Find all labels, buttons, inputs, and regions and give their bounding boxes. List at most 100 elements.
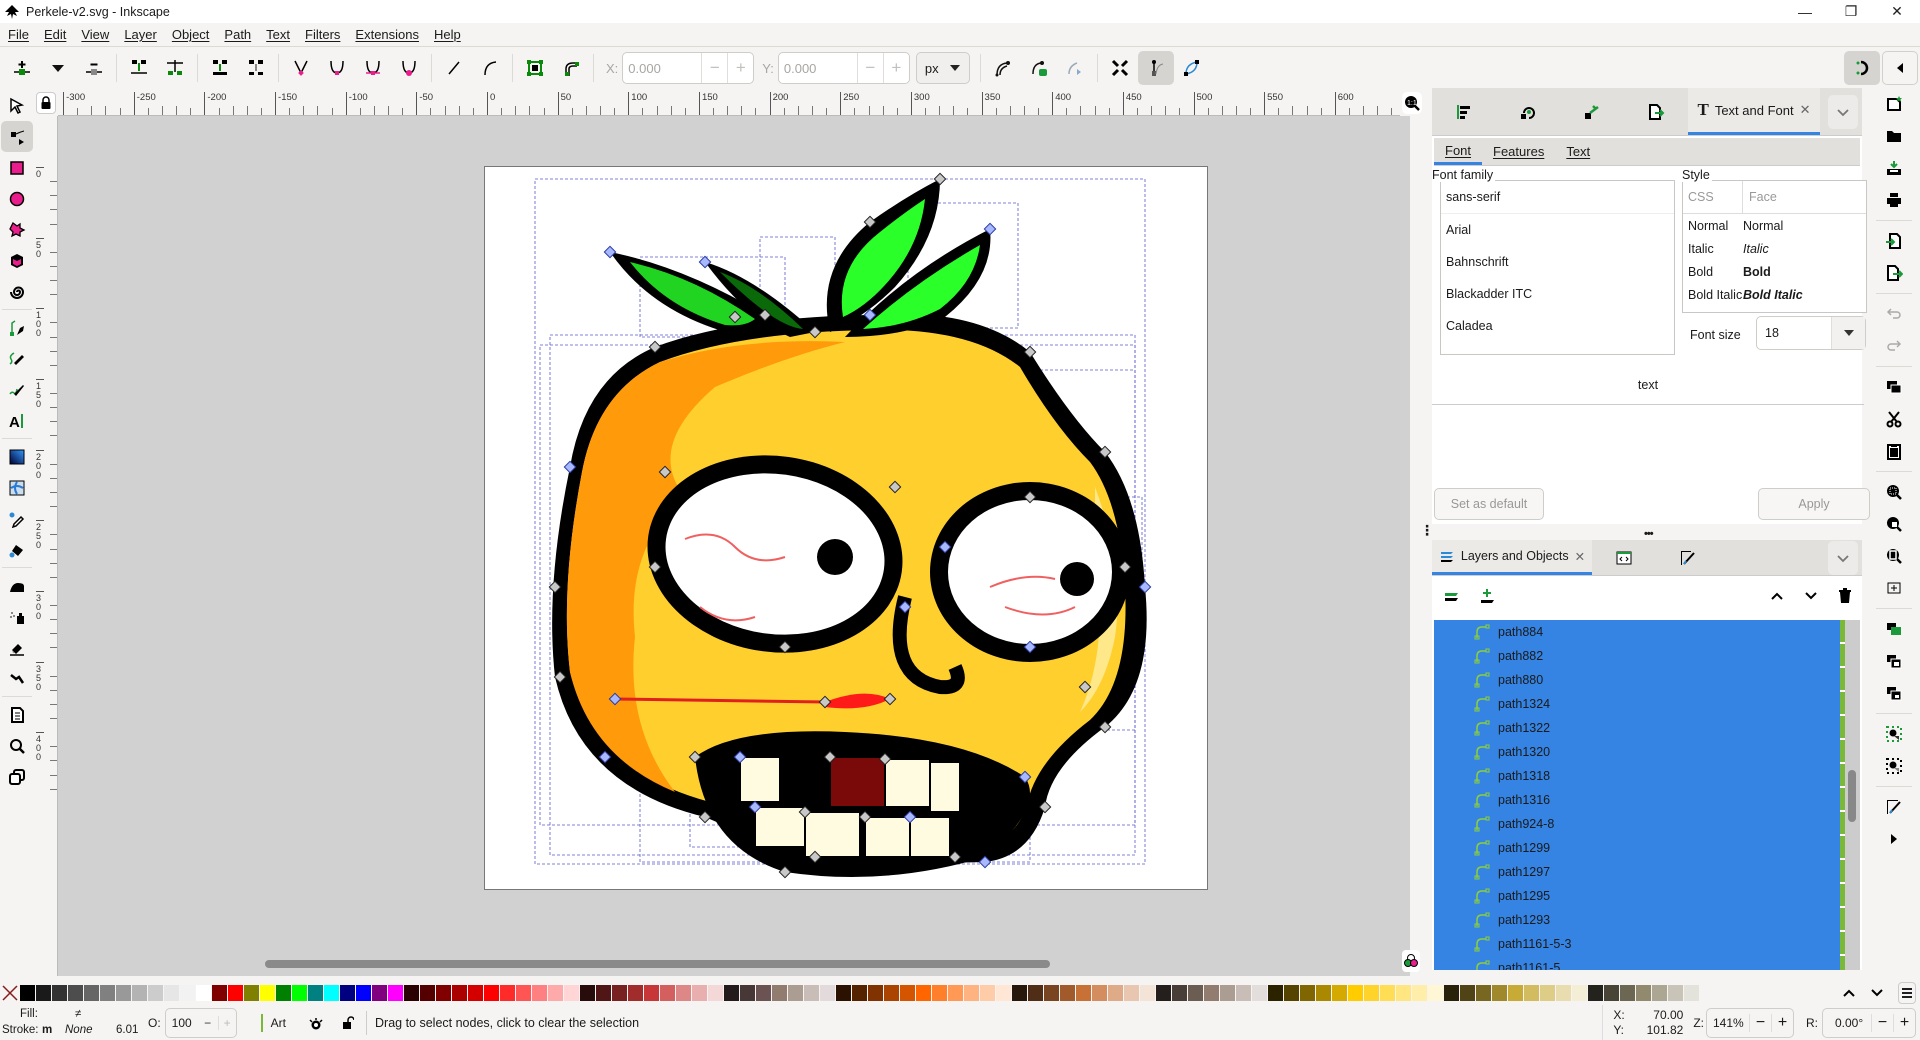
opacity-value[interactable]: 100 <box>166 1016 198 1030</box>
style-row[interactable]: Normal Normal <box>1683 214 1866 237</box>
color-swatch[interactable] <box>804 985 819 1001</box>
segment-curve-button[interactable] <box>472 51 508 85</box>
layer-object-row[interactable]: path1297 <box>1434 860 1848 884</box>
color-swatch[interactable] <box>1204 985 1219 1001</box>
show-handles-button[interactable] <box>1137 51 1174 85</box>
export-button[interactable] <box>1868 257 1920 289</box>
tab-text-and-font[interactable]: T Text and Font ✕ <box>1688 88 1820 135</box>
redo-button[interactable] <box>1868 330 1920 362</box>
color-swatch[interactable] <box>404 985 419 1001</box>
color-swatch[interactable] <box>580 985 595 1001</box>
layer-object-row[interactable]: path924-8 <box>1434 812 1848 836</box>
show-transform-handles-button[interactable] <box>1102 51 1138 85</box>
insert-node-dropdown[interactable] <box>40 51 76 85</box>
import-button[interactable] <box>1868 225 1920 257</box>
color-swatch[interactable] <box>1156 985 1171 1001</box>
color-swatch[interactable] <box>1268 985 1283 1001</box>
insert-node-button[interactable] <box>4 51 40 85</box>
align-distribute-tab[interactable] <box>1432 88 1496 135</box>
set-as-default-button[interactable]: Set as default <box>1434 488 1544 520</box>
zoom-selection-button[interactable] <box>1868 476 1920 508</box>
color-swatch[interactable] <box>1540 985 1555 1001</box>
spiral-tool[interactable] <box>1 276 33 307</box>
color-swatch[interactable] <box>1348 985 1363 1001</box>
tab-layers-and-objects[interactable]: Layers and Objects ✕ <box>1432 540 1592 575</box>
color-swatch[interactable] <box>100 985 115 1001</box>
pages-tool[interactable] <box>1 699 33 730</box>
color-swatch[interactable] <box>1604 985 1619 1001</box>
color-swatch[interactable] <box>228 985 243 1001</box>
stroke-width-value[interactable]: 6.01 <box>116 1024 138 1036</box>
font-size-combo[interactable]: 18 <box>1756 316 1866 350</box>
transform-tab[interactable] <box>1496 88 1560 135</box>
visibility-eye-icon[interactable] <box>308 1016 324 1030</box>
chevron-up-icon[interactable] <box>1770 591 1784 601</box>
layers-stack-icon[interactable] <box>1442 589 1460 603</box>
zoom-1-1-button[interactable]: 1:1 <box>1402 92 1422 114</box>
text-tool[interactable]: A <box>1 405 33 436</box>
color-swatch[interactable] <box>1236 985 1251 1001</box>
subtab-font[interactable]: Font <box>1434 138 1483 165</box>
panel-resize-handle[interactable]: ••• <box>1644 528 1654 540</box>
pencil-tool[interactable] <box>1 343 33 374</box>
color-swatch[interactable] <box>628 985 643 1001</box>
color-swatch[interactable] <box>276 985 291 1001</box>
calligraphy-tool[interactable] <box>1 374 33 405</box>
palette-scroll-up-icon[interactable] <box>1842 988 1856 998</box>
style-row[interactable]: Bold Italic Bold Italic <box>1683 283 1866 306</box>
font-family-item[interactable]: Blackadder ITC <box>1441 278 1674 310</box>
color-swatch[interactable] <box>964 985 979 1001</box>
snap-toggle-button[interactable] <box>1844 51 1880 85</box>
chevron-down-icon[interactable] <box>1804 591 1818 601</box>
more-commands-button[interactable] <box>1868 823 1920 855</box>
color-swatch[interactable] <box>548 985 563 1001</box>
layer-object-row[interactable]: path1295 <box>1434 884 1848 908</box>
layer-object-row[interactable]: path1320 <box>1434 740 1848 764</box>
color-swatch[interactable] <box>916 985 931 1001</box>
zoom-value[interactable]: 141% <box>1707 1016 1749 1030</box>
color-swatch[interactable] <box>180 985 195 1001</box>
color-swatch[interactable] <box>644 985 659 1001</box>
tweak-tool[interactable] <box>1 570 33 601</box>
color-swatch[interactable] <box>1380 985 1395 1001</box>
node-smooth-button[interactable] <box>319 51 355 85</box>
mesh-tool[interactable] <box>1 472 33 503</box>
layer-object-row[interactable]: path1322 <box>1434 716 1848 740</box>
show-path-outline-button[interactable] <box>985 51 1021 85</box>
eraser-tool[interactable] <box>1 632 33 663</box>
layers-scrollbar-thumb[interactable] <box>1848 770 1856 822</box>
color-swatch[interactable] <box>468 985 483 1001</box>
color-swatch[interactable] <box>900 985 915 1001</box>
color-swatch[interactable] <box>884 985 899 1001</box>
xml-editor-tab[interactable] <box>1592 540 1656 575</box>
layer-object-row[interactable]: path1293 <box>1434 908 1848 932</box>
dock-resize-handle[interactable]: ⋮ <box>1420 523 1434 537</box>
close-tab-icon[interactable]: ✕ <box>1800 102 1811 118</box>
rotation-value[interactable]: 0.00° <box>1823 1016 1871 1030</box>
color-swatch[interactable] <box>1476 985 1491 1001</box>
color-swatch[interactable] <box>1620 985 1635 1001</box>
color-swatch[interactable] <box>596 985 611 1001</box>
zoom-out-button[interactable]: − <box>1749 1013 1771 1032</box>
zoom-input[interactable]: 141% − + <box>1706 1007 1794 1038</box>
layer-object-row[interactable]: path1316 <box>1434 788 1848 812</box>
color-swatch[interactable] <box>164 985 179 1001</box>
trash-icon[interactable] <box>1838 588 1852 604</box>
font-family-item[interactable]: Bahnschrift <box>1441 246 1674 278</box>
font-size-value[interactable]: 18 <box>1757 326 1831 340</box>
color-swatch[interactable] <box>52 985 67 1001</box>
document-page[interactable] <box>484 166 1208 890</box>
join-nodes-button[interactable] <box>121 51 157 85</box>
dropper-tool[interactable] <box>1 503 33 534</box>
document-properties-tab[interactable] <box>1560 88 1624 135</box>
clone-tool[interactable] <box>1 761 33 792</box>
color-swatch[interactable] <box>20 985 35 1001</box>
color-swatch[interactable] <box>788 985 803 1001</box>
drawing-artwork[interactable] <box>485 167 1209 891</box>
x-increment[interactable]: + <box>727 53 753 83</box>
export-tab[interactable] <box>1624 88 1688 135</box>
color-swatch[interactable] <box>676 985 691 1001</box>
menu-text[interactable]: Text <box>258 27 297 42</box>
color-swatch[interactable] <box>692 985 707 1001</box>
style-row[interactable]: Bold Bold <box>1683 260 1866 283</box>
